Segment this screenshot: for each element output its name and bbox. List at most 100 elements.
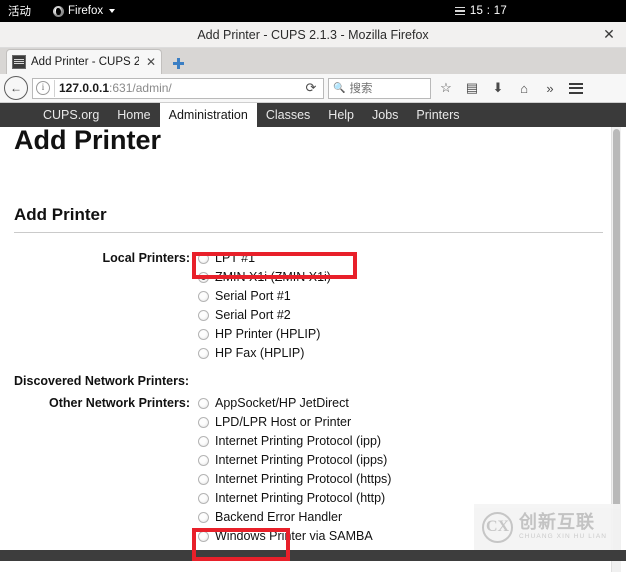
radio-icon-selected[interactable] (198, 272, 209, 283)
other-network-printers-options: AppSocket/HP JetDirect LPD/LPR Host or P… (198, 394, 391, 546)
system-status-area[interactable]: 15 : 17 (168, 5, 626, 17)
overflow-chevron-icon[interactable]: » (539, 77, 561, 99)
local-printers-options: LPT #1 ZMIN X1i (ZMIN X1i) Serial Port #… (198, 249, 331, 363)
window-titlebar: Add Printer - CUPS 2.1.3 - Mozilla Firef… (0, 22, 626, 48)
radio-icon[interactable] (198, 436, 209, 447)
section-heading: Add Printer (14, 153, 603, 233)
radio-icon[interactable] (198, 329, 209, 340)
radio-option-serial-port-2[interactable]: Serial Port #2 (198, 306, 331, 325)
site-info-icon[interactable]: i (36, 81, 50, 95)
url-path: :631/admin/ (109, 81, 172, 95)
radio-label: Internet Printing Protocol (http) (215, 491, 386, 505)
menu-icon (569, 82, 583, 94)
url-text: 127.0.0.1:631/admin/ (59, 81, 298, 95)
reload-icon[interactable]: ⟳ (302, 80, 320, 96)
search-input[interactable]: 🔍 搜索 (328, 77, 431, 99)
other-network-printers-label: Other Network Printers: (48, 396, 190, 410)
app-menu-firefox[interactable]: Firefox (53, 5, 116, 17)
window-title: Add Printer - CUPS 2.1.3 - Mozilla Firef… (197, 27, 429, 42)
system-menu-icon (454, 7, 465, 15)
watermark-logo-icon: CX (482, 511, 513, 543)
navigation-toolbar: ← i 127.0.0.1:631/admin/ ⟳ 🔍 搜索 ☆ ▤ ⬇ ⌂ … (0, 74, 626, 103)
cups-navigation: CUPS.org Home Administration Classes Hel… (0, 103, 626, 127)
radio-icon[interactable] (198, 348, 209, 359)
radio-icon[interactable] (198, 310, 209, 321)
radio-option-ipps[interactable]: Internet Printing Protocol (ipps) (198, 451, 391, 470)
nav-item-home[interactable]: Home (108, 103, 159, 127)
radio-option-appsocket[interactable]: AppSocket/HP JetDirect (198, 394, 391, 413)
radio-icon[interactable] (198, 398, 209, 409)
radio-option-ipp-http[interactable]: Internet Printing Protocol (http) (198, 489, 391, 508)
search-icon: 🔍 (333, 82, 346, 94)
bookmark-star-icon[interactable]: ☆ (435, 77, 457, 99)
radio-label: LPT #1 (215, 251, 256, 265)
radio-option-ipp[interactable]: Internet Printing Protocol (ipp) (198, 432, 391, 451)
radio-label: Internet Printing Protocol (ipp) (215, 434, 382, 448)
vertical-scrollbar-thumb[interactable] (613, 129, 620, 559)
hamburger-menu-icon[interactable] (565, 77, 587, 99)
radio-icon[interactable] (198, 291, 209, 302)
nav-item-jobs[interactable]: Jobs (363, 103, 407, 127)
radio-option-lpd-lpr[interactable]: LPD/LPR Host or Printer (198, 413, 391, 432)
radio-label: ZMIN X1i (ZMIN X1i) (215, 270, 331, 284)
radio-option-lpt1[interactable]: LPT #1 (198, 249, 331, 268)
radio-option-hp-printer[interactable]: HP Printer (HPLIP) (198, 325, 331, 344)
library-icon[interactable]: ▤ (461, 77, 483, 99)
radio-label: Internet Printing Protocol (ipps) (215, 453, 388, 467)
activities-button[interactable]: 活动 (8, 3, 31, 19)
radio-option-windows-samba[interactable]: Windows Printer via SAMBA (198, 527, 391, 546)
chevron-down-icon (109, 9, 116, 13)
radio-label: Windows Printer via SAMBA (215, 529, 373, 543)
local-printers-row: Local Printers: LPT #1 ZMIN X1i (ZMIN X1… (14, 249, 612, 363)
close-icon[interactable]: ✕ (601, 26, 617, 42)
discovered-network-printers-row: Discovered Network Printers: (14, 373, 612, 390)
url-host: 127.0.0.1 (59, 81, 110, 95)
radio-label: AppSocket/HP JetDirect (215, 396, 349, 410)
radio-icon[interactable] (198, 474, 209, 485)
nav-item-classes[interactable]: Classes (257, 103, 319, 127)
clock-label: 15 : 17 (469, 5, 508, 17)
radio-option-serial-port-1[interactable]: Serial Port #1 (198, 287, 331, 306)
downloads-icon[interactable]: ⬇ (487, 77, 509, 99)
radio-label: Serial Port #2 (215, 308, 291, 322)
cups-favicon-icon (12, 55, 26, 69)
nav-item-administration[interactable]: Administration (159, 103, 257, 127)
radio-option-zmin-x1i[interactable]: ZMIN X1i (ZMIN X1i) (198, 268, 331, 287)
watermark: CX 创新互联 CHUANG XIN HU LIAN (474, 504, 620, 550)
radio-label: LPD/LPR Host or Printer (215, 415, 352, 429)
page-content: Add Printer Local Printers: LPT #1 ZMIN … (0, 153, 626, 561)
tab-strip: Add Printer - CUPS 2.... ✕ (0, 48, 626, 74)
radio-option-ipp-https[interactable]: Internet Printing Protocol (https) (198, 470, 391, 489)
radio-label: Backend Error Handler (215, 510, 343, 524)
radio-label: Serial Port #1 (215, 289, 291, 303)
radio-option-backend-error-handler[interactable]: Backend Error Handler (198, 508, 391, 527)
radio-label: HP Printer (HPLIP) (215, 327, 321, 341)
nav-item-printers[interactable]: Printers (407, 103, 468, 127)
nav-item-cups-org[interactable]: CUPS.org (34, 103, 108, 127)
tab-close-icon[interactable]: ✕ (146, 55, 156, 69)
radio-icon[interactable] (198, 531, 209, 542)
local-printers-label: Local Printers: (102, 251, 190, 265)
home-icon[interactable]: ⌂ (513, 77, 535, 99)
address-bar[interactable]: i 127.0.0.1:631/admin/ ⟳ (32, 77, 324, 99)
discovered-network-printers-label: Discovered Network Printers: (14, 374, 190, 388)
radio-icon[interactable] (198, 455, 209, 466)
radio-icon[interactable] (198, 253, 209, 264)
radio-option-hp-fax[interactable]: HP Fax (HPLIP) (198, 344, 331, 363)
new-tab-button[interactable] (166, 52, 190, 74)
nav-item-help[interactable]: Help (319, 103, 363, 127)
tab-title: Add Printer - CUPS 2.... (31, 56, 139, 68)
back-button[interactable]: ← (4, 76, 28, 100)
radio-icon[interactable] (198, 512, 209, 523)
radio-icon[interactable] (198, 417, 209, 428)
watermark-pinyin: CHUANG XIN HU LIAN (519, 533, 608, 541)
radio-label: HP Fax (HPLIP) (215, 346, 305, 360)
app-menu-label: Firefox (68, 5, 104, 17)
radio-icon[interactable] (198, 493, 209, 504)
gnome-top-bar: 活动 Firefox 15 : 17 (0, 0, 626, 22)
cups-page: CUPS.org Home Administration Classes Hel… (0, 103, 626, 561)
urlbar-divider (54, 79, 55, 97)
firefox-window: Add Printer - CUPS 2.1.3 - Mozilla Firef… (0, 22, 626, 572)
radio-label: Internet Printing Protocol (https) (215, 472, 392, 486)
browser-tab-add-printer[interactable]: Add Printer - CUPS 2.... ✕ (6, 49, 163, 74)
